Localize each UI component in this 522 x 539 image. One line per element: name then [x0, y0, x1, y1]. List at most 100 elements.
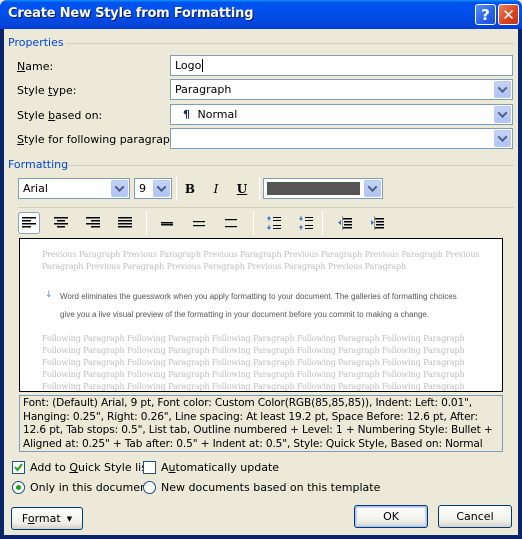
- style-description: Font: (Default) Arial, 9 pt, Font color:…: [19, 395, 503, 452]
- following-paragraph-line: Following Paragraph Following Paragraph …: [42, 370, 465, 379]
- italic-button[interactable]: I: [205, 178, 227, 200]
- new-documents-radio[interactable]: [143, 481, 156, 494]
- auto-update-checkbox[interactable]: [143, 461, 156, 474]
- chevron-down-icon: [497, 108, 508, 119]
- increase-indent-button[interactable]: [366, 212, 388, 234]
- toolbar-separator: [259, 177, 260, 201]
- properties-group-label: Properties: [8, 36, 64, 49]
- align-right-icon: [86, 217, 100, 228]
- title-bar[interactable]: Create New Style from Formatting ? ✕: [0, 0, 522, 29]
- text-caret: [202, 59, 204, 72]
- style-type-select[interactable]: Paragraph: [170, 79, 513, 100]
- decrease-paragraph-spacing-icon: [299, 216, 313, 230]
- font-select[interactable]: Arial: [18, 178, 130, 199]
- name-value: Logo: [175, 59, 202, 72]
- dialog-client: Properties Name: Logo Style type: Paragr…: [4, 29, 518, 535]
- font-color-swatch: [267, 182, 360, 195]
- one-half-spacing-button[interactable]: [188, 212, 210, 234]
- checkmark-icon: [14, 463, 23, 472]
- previous-paragraph-line: Previous Paragraph Previous Paragraph Pr…: [42, 250, 480, 259]
- radio-selected-dot: [16, 485, 21, 490]
- one-half-spacing-icon: [193, 221, 205, 227]
- format-label: Format: [21, 512, 61, 525]
- chevron-down-icon: [497, 132, 508, 143]
- increase-indent-icon: [371, 216, 384, 230]
- name-label: Name:: [17, 60, 54, 73]
- bullet-arrow-icon: ↓: [45, 290, 53, 300]
- single-spacing-button[interactable]: [156, 212, 178, 234]
- based-on-select[interactable]: ¶ Normal: [170, 104, 513, 125]
- add-quick-style-checkbox[interactable]: [12, 461, 25, 474]
- size-dropdown-button[interactable]: [153, 180, 170, 197]
- increase-paragraph-spacing-button[interactable]: [263, 212, 285, 234]
- formatting-group-label: Formatting: [8, 158, 69, 171]
- name-input[interactable]: Logo: [170, 55, 513, 76]
- chevron-down-icon: [114, 182, 125, 193]
- toolbar-separator: [146, 211, 147, 235]
- auto-update-label[interactable]: Automatically update: [161, 461, 279, 474]
- font-color-dropdown-button[interactable]: [364, 180, 381, 197]
- style-type-label: Style type:: [17, 84, 77, 97]
- decrease-paragraph-spacing-button[interactable]: [295, 212, 317, 234]
- following-style-select[interactable]: [170, 128, 513, 149]
- current-paragraph-line: Word eliminates the guesswork when you a…: [60, 292, 457, 301]
- justify-icon: [118, 217, 132, 228]
- align-right-button[interactable]: [82, 212, 104, 234]
- double-spacing-icon: [225, 219, 237, 228]
- only-this-document-label[interactable]: Only in this document: [30, 481, 151, 494]
- based-on-dropdown-button[interactable]: [494, 106, 511, 123]
- previous-paragraph-line: Paragraph Previous Paragraph Previous Pa…: [42, 262, 407, 271]
- following-paragraph-line: Following Paragraph Following Paragraph …: [42, 334, 465, 343]
- align-left-button[interactable]: [18, 212, 40, 234]
- chevron-down-icon: [497, 83, 508, 94]
- align-center-icon: [54, 217, 68, 228]
- dropdown-arrow-icon: ▼: [66, 514, 73, 523]
- help-button[interactable]: ?: [475, 4, 496, 25]
- toolbar-separator: [176, 177, 177, 201]
- following-style-dropdown-button[interactable]: [494, 130, 511, 147]
- formatting-divider: [68, 165, 514, 166]
- size-value: 9: [139, 182, 146, 195]
- single-spacing-icon: [161, 222, 173, 226]
- based-on-value: Normal: [197, 108, 238, 121]
- format-button[interactable]: Format ▼: [11, 507, 83, 530]
- bold-button[interactable]: B: [179, 178, 201, 200]
- following-style-label: Style for following paragraph:: [17, 133, 181, 146]
- style-type-value: Paragraph: [175, 83, 232, 96]
- font-color-select[interactable]: [263, 178, 383, 199]
- double-spacing-button[interactable]: [220, 212, 242, 234]
- align-left-icon: [22, 217, 36, 228]
- font-dropdown-button[interactable]: [111, 180, 128, 197]
- following-paragraph-line: Following Paragraph Following Paragraph …: [42, 358, 465, 367]
- cancel-button[interactable]: Cancel: [438, 505, 512, 528]
- toolbar-separator: [253, 211, 254, 235]
- ok-button[interactable]: OK: [354, 505, 428, 528]
- dialog-title: Create New Style from Formatting: [8, 6, 254, 21]
- following-paragraph-line: Following Paragraph Following Paragraph …: [42, 382, 465, 391]
- properties-divider: [66, 43, 514, 44]
- decrease-indent-icon: [338, 216, 352, 230]
- close-button[interactable]: ✕: [498, 4, 519, 25]
- font-value: Arial: [23, 182, 48, 195]
- only-this-document-radio[interactable]: [12, 481, 25, 494]
- toolbar-divider: [18, 207, 514, 208]
- dialog-window: Create New Style from Formatting ? ✕ Pro…: [0, 0, 522, 539]
- close-icon: ✕: [502, 5, 515, 24]
- style-preview: Previous Paragraph Previous Paragraph Pr…: [19, 238, 503, 392]
- size-select[interactable]: 9: [134, 178, 172, 199]
- based-on-label: Style based on:: [17, 109, 103, 122]
- justify-button[interactable]: [114, 212, 136, 234]
- decrease-indent-button[interactable]: [334, 212, 356, 234]
- pilcrow-icon: ¶: [183, 108, 190, 121]
- help-icon: ?: [481, 5, 490, 24]
- chevron-down-icon: [156, 182, 167, 193]
- align-center-button[interactable]: [50, 212, 72, 234]
- style-type-dropdown-button[interactable]: [494, 81, 511, 98]
- chevron-down-icon: [367, 182, 378, 193]
- following-paragraph-line: Following Paragraph Following Paragraph …: [42, 346, 465, 355]
- toolbar-separator: [322, 211, 323, 235]
- add-quick-style-label[interactable]: Add to Quick Style list: [30, 461, 151, 474]
- current-paragraph-line: give you a live visual preview of the fo…: [60, 310, 430, 319]
- new-documents-label[interactable]: New documents based on this template: [161, 481, 380, 494]
- underline-button[interactable]: U: [231, 178, 253, 200]
